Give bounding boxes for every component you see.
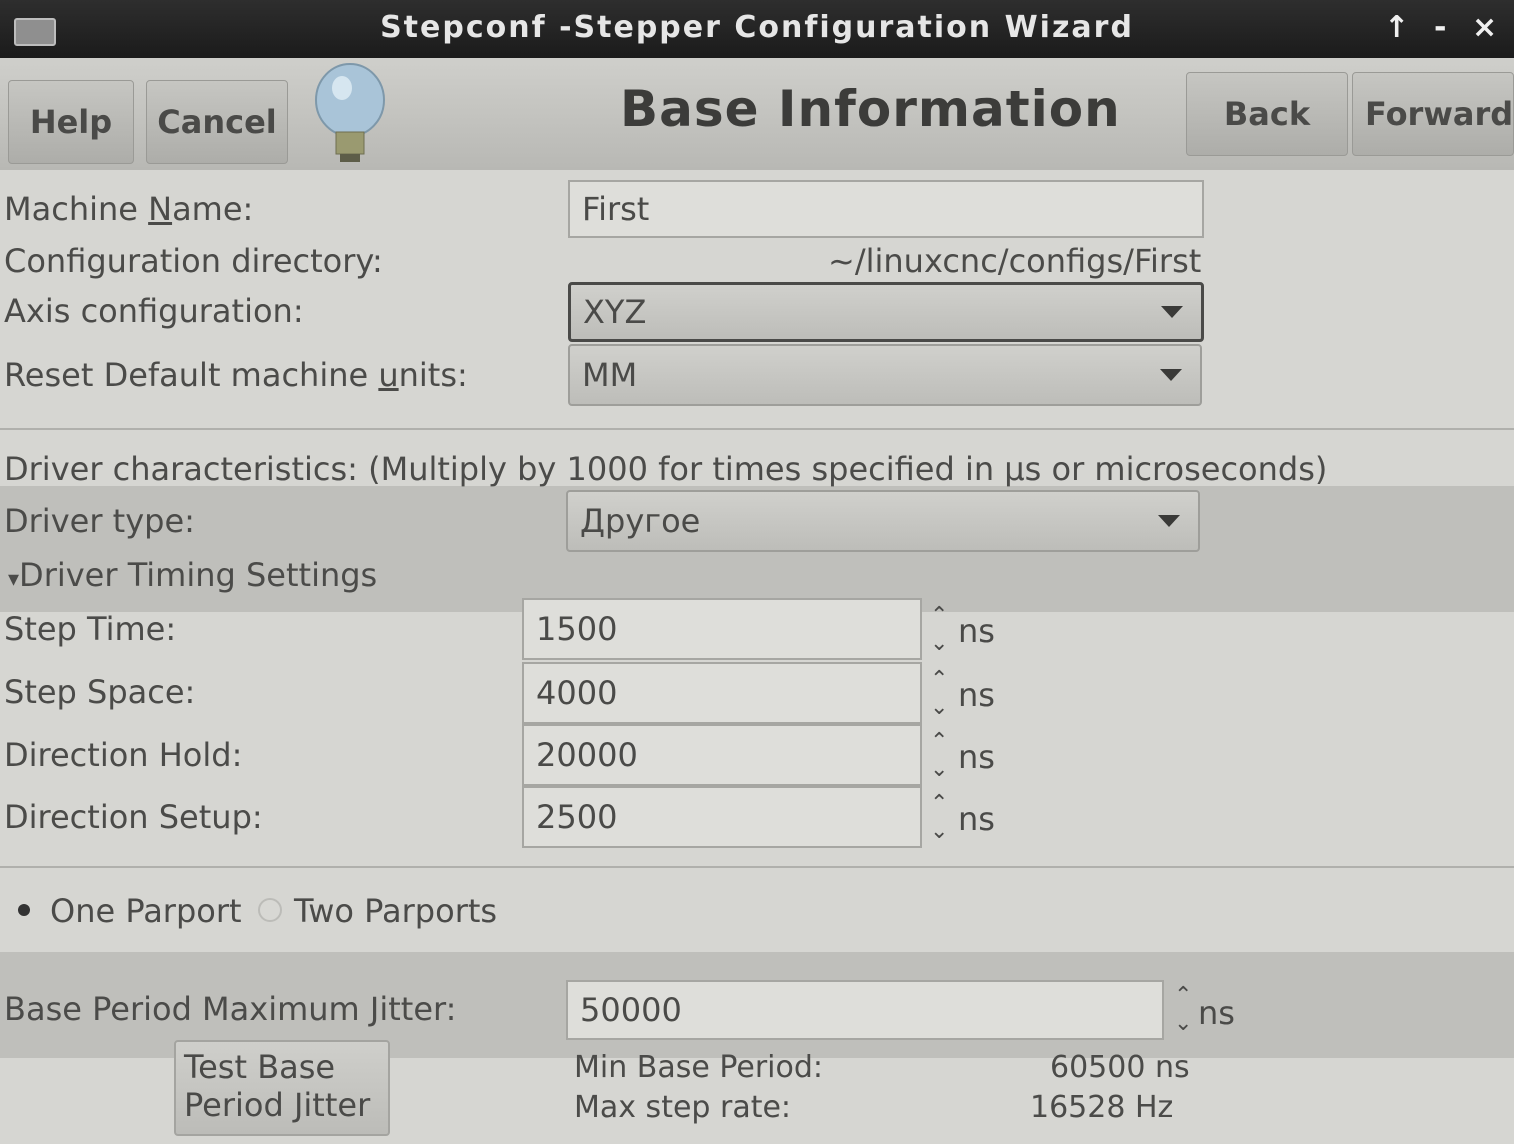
axis-config-label: Axis configuration: (4, 292, 304, 330)
step-time-label: Step Time: (4, 610, 177, 648)
step-space-spinner[interactable]: ⌃ ⌄ (930, 666, 948, 726)
direction-hold-unit: ns (958, 738, 995, 776)
forward-button[interactable]: Forward (1352, 72, 1514, 156)
config-dir-label: Configuration directory: (4, 242, 383, 280)
lightbulb-icon (315, 63, 385, 162)
jitter-input[interactable]: 50000 (566, 980, 1164, 1040)
maximize-arrow-icon[interactable]: ↑ (1384, 10, 1409, 45)
dropdown-arrow-icon (1161, 306, 1183, 318)
direction-setup-input[interactable]: 2500 (522, 786, 922, 848)
machine-name-label: Machine Name: (4, 190, 254, 228)
driver-type-dropdown[interactable]: Другое (566, 490, 1200, 552)
two-parports-radio[interactable] (258, 898, 282, 922)
axis-config-value: XYZ (583, 293, 647, 331)
dropdown-arrow-icon (1158, 515, 1180, 527)
timing-expander[interactable]: ▾Driver Timing Settings (8, 556, 377, 594)
direction-setup-spinner[interactable]: ⌃ ⌄ (930, 790, 948, 850)
units-label: Reset Default machine units: (4, 356, 468, 394)
direction-hold-spinner[interactable]: ⌃ ⌄ (930, 728, 948, 788)
dropdown-arrow-icon (1160, 369, 1182, 381)
two-parports-label: Two Parports (294, 892, 498, 930)
step-space-label: Step Space: (4, 673, 196, 711)
expander-arrow-icon: ▾ (8, 567, 20, 592)
cancel-button[interactable]: Cancel (146, 80, 288, 164)
close-icon[interactable]: × (1472, 10, 1497, 45)
back-button[interactable]: Back (1186, 72, 1348, 156)
direction-hold-input[interactable]: 20000 (522, 724, 922, 786)
axis-config-dropdown[interactable]: XYZ (568, 282, 1204, 342)
jitter-spinner[interactable]: ⌃ ⌄ (1174, 982, 1192, 1042)
minimize-icon[interactable]: - (1434, 10, 1446, 45)
direction-setup-label: Direction Setup: (4, 798, 263, 836)
timing-expander-label: Driver Timing Settings (19, 556, 378, 594)
min-base-period-value: 60500 ns (1050, 1050, 1190, 1085)
help-button[interactable]: Help (8, 80, 134, 164)
step-time-unit: ns (958, 612, 995, 650)
test-button-line2: Period Jitter (184, 1086, 371, 1124)
direction-setup-unit: ns (958, 800, 995, 838)
step-space-unit: ns (958, 676, 995, 714)
separator (0, 866, 1514, 868)
jitter-unit: ns (1198, 994, 1235, 1032)
driver-type-label: Driver type: (4, 502, 195, 540)
step-space-input[interactable]: 4000 (522, 662, 922, 724)
units-value: MM (582, 356, 638, 394)
test-base-period-jitter-button[interactable]: Test Base Period Jitter (174, 1040, 390, 1136)
units-dropdown[interactable]: MM (568, 344, 1202, 406)
window-title: Stepconf -Stepper Configuration Wizard (380, 10, 1134, 45)
min-base-period-label: Min Base Period: (574, 1050, 824, 1085)
page-title: Base Information (620, 80, 1121, 138)
config-dir-value: ~/linuxcnc/configs/First (828, 242, 1202, 280)
machine-name-input[interactable]: First (568, 180, 1204, 238)
max-step-rate-label: Max step rate: (574, 1090, 792, 1125)
title-bar: Stepconf -Stepper Configuration Wizard ↑… (0, 0, 1514, 58)
direction-hold-label: Direction Hold: (4, 736, 243, 774)
one-parport-label: One Parport (50, 892, 242, 930)
max-step-rate-value: 16528 Hz (1030, 1090, 1174, 1125)
driver-type-value: Другое (580, 502, 701, 540)
step-time-spinner[interactable]: ⌃ ⌄ (930, 602, 948, 662)
jitter-label: Base Period Maximum Jitter: (4, 990, 457, 1028)
step-time-input[interactable]: 1500 (522, 598, 922, 660)
driver-heading: Driver characteristics: (Multiply by 100… (4, 450, 1328, 488)
test-button-line1: Test Base (184, 1048, 336, 1086)
one-parport-radio[interactable] (18, 904, 30, 916)
separator (0, 428, 1514, 430)
